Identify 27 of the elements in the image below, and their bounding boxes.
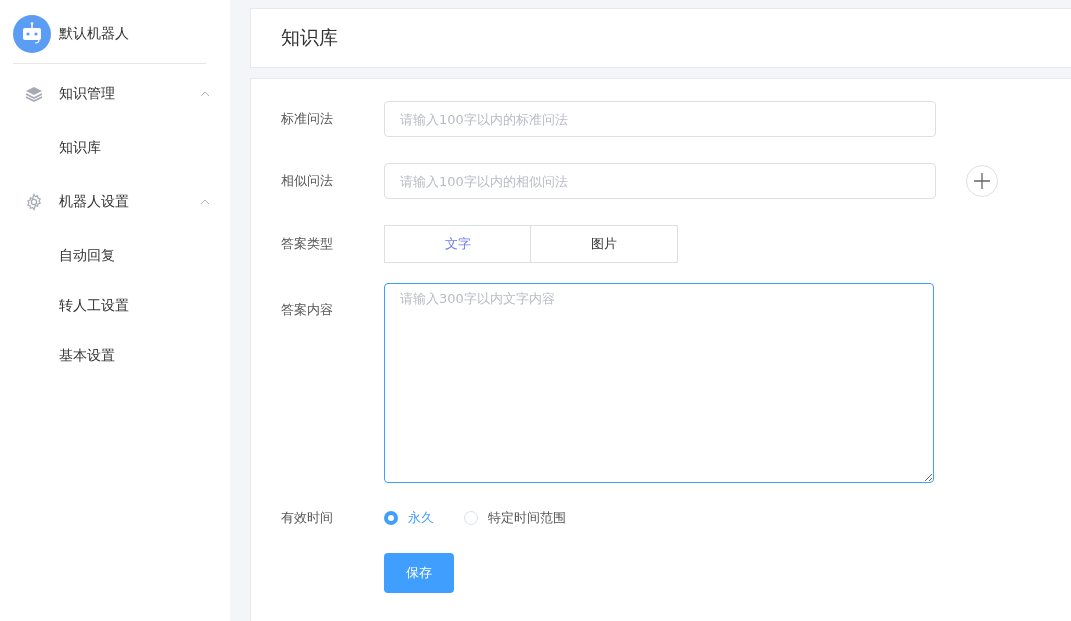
add-button[interactable]	[966, 165, 998, 197]
menu-item[interactable]: 知识库	[0, 122, 230, 172]
field-label: 相似问法	[281, 172, 334, 190]
caret-icon	[200, 199, 210, 205]
settings-icon	[25, 193, 43, 211]
radio-button[interactable]	[384, 511, 398, 525]
menu-item[interactable]: 基本设置	[0, 330, 230, 380]
field-label: 答案内容	[281, 301, 334, 319]
bot-name: 默认机器人	[59, 25, 129, 43]
field-label: 有效时间	[281, 509, 334, 527]
type-tab[interactable]: 图片	[531, 225, 678, 263]
menu-group[interactable]: 机器人设置	[0, 174, 230, 230]
menu-group[interactable]: 知识管理	[0, 66, 230, 122]
radio-label[interactable]: 特定时间范围	[488, 509, 566, 527]
page-title: 知识库	[281, 25, 338, 50]
field-label: 标准问法	[281, 110, 334, 128]
robot-icon	[13, 15, 51, 53]
answer-textarea[interactable]: 请输入300字以内文字内容	[384, 283, 934, 483]
input-field[interactable]: 请输入100字以内的标准问法	[384, 101, 936, 137]
field-label: 答案类型	[281, 235, 334, 253]
plus-icon	[974, 173, 990, 189]
menu-item[interactable]: 自动回复	[0, 230, 230, 280]
caret-icon	[200, 91, 210, 97]
menu-item[interactable]: 转人工设置	[0, 280, 230, 330]
input-field[interactable]: 请输入100字以内的相似问法	[384, 163, 936, 199]
layers-icon	[25, 86, 43, 102]
type-tab[interactable]: 文字	[384, 225, 531, 263]
